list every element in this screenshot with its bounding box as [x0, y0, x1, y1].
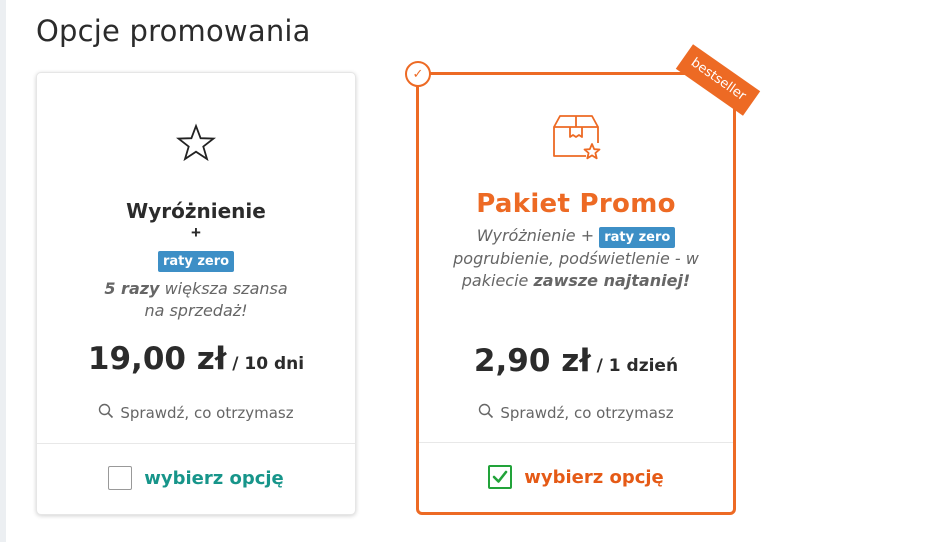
desc-line3-prefix: pakiecie	[461, 271, 534, 290]
desc-text: większa szansa	[159, 279, 288, 298]
option-name: Pakiet Promo	[476, 189, 676, 219]
desc-line2: na sprzedaż!	[144, 301, 248, 320]
option-description: 5 razy większa szansa na sprzedaż!	[37, 278, 355, 322]
check-details-link[interactable]: Sprawdź, co otrzymasz	[419, 403, 733, 423]
raty-zero-badge: raty zero	[157, 251, 235, 272]
select-option-label: wybierz opcję	[524, 466, 664, 488]
star-icon	[37, 123, 355, 168]
checkbox-unchecked[interactable]	[108, 466, 133, 490]
divider	[419, 442, 733, 443]
select-option-promo[interactable]: wybierz opcję	[419, 465, 733, 489]
check-details-label: Sprawdź, co otrzymasz	[120, 404, 294, 422]
select-option-label: wybierz opcję	[144, 467, 284, 489]
option-name: Wyróżnienie	[126, 199, 266, 223]
desc-bold: zawsze najtaniej!	[533, 271, 691, 290]
page-title: Opcje promowania	[36, 14, 311, 48]
price: 19,00 zł / 10 dni	[37, 341, 355, 377]
box-star-icon	[419, 113, 733, 170]
price: 2,90 zł / 1 dzień	[419, 343, 733, 379]
desc-prefix: Wyróżnienie +	[476, 226, 600, 245]
price-period: / 1 dzień	[590, 356, 679, 376]
option-card-basic[interactable]: Wyróżnienie + raty zero 5 razy większa s…	[36, 72, 356, 515]
price-value: 2,90 zł	[473, 343, 591, 379]
left-rail	[0, 0, 6, 542]
check-details-link[interactable]: Sprawdź, co otrzymasz	[37, 403, 355, 423]
selected-check-icon: ✓	[405, 61, 431, 87]
divider	[37, 443, 355, 444]
price-value: 19,00 zł	[87, 341, 227, 377]
check-details-label: Sprawdź, co otrzymasz	[500, 404, 674, 422]
option-card-promo[interactable]: ✓ bestseller Pakiet Promo Wyróżnienie + …	[405, 44, 761, 515]
search-icon	[98, 403, 114, 423]
raty-zero-badge: raty zero	[599, 227, 676, 248]
plus-sign: +	[191, 223, 201, 242]
desc-line2: pogrubienie, podświetlenie - w	[453, 249, 699, 268]
price-period: / 10 dni	[226, 354, 305, 374]
desc-bold: 5 razy	[104, 279, 160, 298]
option-description: Wyróżnienie + raty zero pogrubienie, pod…	[419, 225, 733, 292]
search-icon	[478, 403, 494, 423]
checkbox-checked[interactable]	[488, 465, 513, 489]
select-option-basic[interactable]: wybierz opcję	[37, 466, 355, 490]
